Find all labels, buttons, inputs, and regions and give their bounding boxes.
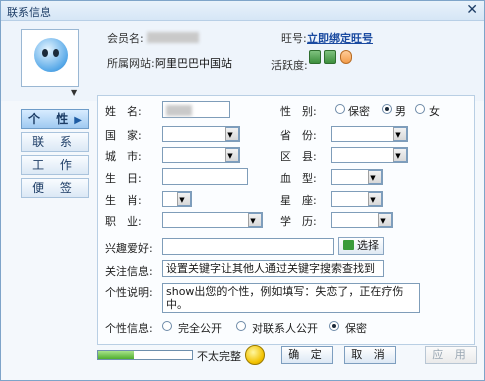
activity-label: 活跃度: xyxy=(271,59,308,72)
avatar-face-icon xyxy=(34,38,68,72)
chevron-down-icon: ▼ xyxy=(225,148,239,162)
privacy-option-contacts: 对联系人公开 xyxy=(252,322,318,335)
hobby-label: 兴趣爱好: xyxy=(105,242,153,255)
avatar[interactable]: ▼ xyxy=(21,29,79,97)
privacy-label: 个性信息: xyxy=(105,322,153,335)
chevron-down-icon: ▼ xyxy=(393,148,407,162)
contact-info-window: 联系信息 ✕ ▼ 会员名: 所属网站: 阿里巴巴中国站 旺号: 立即绑定旺号 活… xyxy=(0,0,485,381)
blood-select[interactable]: ▼ xyxy=(331,169,383,185)
member-name-blurred xyxy=(147,30,199,43)
site-value: 阿里巴巴中国站 xyxy=(155,57,232,70)
wangwang-label: 旺号: xyxy=(281,32,307,45)
desc-label: 个性说明: xyxy=(105,286,153,299)
chevron-down-icon: ▼ xyxy=(177,192,191,206)
chevron-down-icon: ▼ xyxy=(378,213,392,227)
apply-button[interactable]: 应 用 xyxy=(425,346,477,364)
privacy-option-public: 完全公开 xyxy=(178,322,222,335)
birthday-label: 生 日: xyxy=(105,172,142,185)
close-icon[interactable]: ✕ xyxy=(466,2,478,18)
tab-contact[interactable]: 联 系 xyxy=(21,132,89,152)
country-select[interactable]: ▼ xyxy=(162,126,240,142)
choose-hobby-button[interactable]: 选择 xyxy=(338,237,384,255)
district-select[interactable]: ▼ xyxy=(331,147,408,163)
gender-radio-secret[interactable] xyxy=(335,104,345,114)
constellation-label: 星 座: xyxy=(280,194,317,207)
job-label: 职 业: xyxy=(105,215,142,228)
job-select[interactable]: ▼ xyxy=(162,212,263,228)
list-icon xyxy=(343,240,354,250)
tab-list: 个 性▶ 联 系 工 作 便 签 xyxy=(21,109,91,201)
chevron-down-icon: ▼ xyxy=(368,170,382,184)
member-label: 会员名: xyxy=(107,32,144,45)
country-label: 国 家: xyxy=(105,129,142,142)
privacy-radio-public[interactable] xyxy=(162,321,172,331)
hobby-field[interactable] xyxy=(162,238,334,255)
birthday-field[interactable] xyxy=(162,168,248,185)
profile-completeness-bar xyxy=(97,350,193,360)
cancel-button[interactable]: 取 消 xyxy=(344,346,396,364)
desc-field[interactable]: show出您的个性，例如填写：失恋了，正在疗伤中。 xyxy=(162,283,420,313)
chevron-down-icon: ▼ xyxy=(248,213,262,227)
gender-label: 性 别: xyxy=(280,105,317,118)
name-label: 姓 名: xyxy=(105,105,142,118)
activity-badge-icon xyxy=(309,50,321,64)
gender-radio-male[interactable] xyxy=(382,104,392,114)
zodiac-label: 生 肖: xyxy=(105,194,142,207)
city-label: 城 市: xyxy=(105,150,142,163)
activity-badge-icon xyxy=(324,50,336,64)
profile-header: ▼ 会员名: 所属网站: 阿里巴巴中国站 旺号: 立即绑定旺号 活跃度: xyxy=(1,21,484,101)
education-select[interactable]: ▼ xyxy=(331,212,393,228)
tab-work[interactable]: 工 作 xyxy=(21,155,89,175)
activity-pig-icon xyxy=(340,50,352,64)
gender-option-male: 男 xyxy=(395,105,406,118)
privacy-radio-contacts[interactable] xyxy=(236,321,246,331)
chevron-down-icon: ▼ xyxy=(225,127,239,141)
personal-form: 姓 名: 性 别: 保密 男 女 国 家: ▼ 省 份: ▼ 城 市: ▼ 区 … xyxy=(97,95,475,345)
gender-radio-female[interactable] xyxy=(415,104,425,114)
focus-label: 关注信息: xyxy=(105,265,153,278)
privacy-option-secret: 保密 xyxy=(345,322,367,335)
progress-label: 不太完整 xyxy=(197,350,241,363)
chevron-down-icon: ▼ xyxy=(393,127,407,141)
window-title: 联系信息 xyxy=(7,6,51,19)
progress-fill xyxy=(98,351,134,359)
chevron-down-icon[interactable]: ▼ xyxy=(71,88,85,100)
gender-option-secret: 保密 xyxy=(348,105,370,118)
tab-personal[interactable]: 个 性▶ xyxy=(21,109,89,129)
zodiac-select[interactable]: ▼ xyxy=(162,191,192,207)
province-label: 省 份: xyxy=(280,129,317,142)
footer: 不太完整 确 定 取 消 应 用 xyxy=(1,345,484,381)
privacy-radio-secret[interactable] xyxy=(329,321,339,331)
bind-wangwang-link[interactable]: 立即绑定旺号 xyxy=(307,30,373,46)
tab-notes[interactable]: 便 签 xyxy=(21,178,89,198)
province-select[interactable]: ▼ xyxy=(331,126,408,142)
gender-option-female: 女 xyxy=(429,105,440,118)
ok-button[interactable]: 确 定 xyxy=(281,346,333,364)
blood-label: 血 型: xyxy=(280,172,317,185)
arrow-right-icon: ▶ xyxy=(74,115,82,126)
title-bar: 联系信息 ✕ xyxy=(1,1,484,21)
name-field[interactable] xyxy=(162,101,230,118)
district-label: 区 县: xyxy=(280,150,317,163)
education-label: 学 历: xyxy=(280,215,317,228)
focus-field[interactable]: 设置关键字让其他人通过关键字搜索查找到 xyxy=(162,260,384,277)
sweat-smiley-icon xyxy=(245,345,265,365)
city-select[interactable]: ▼ xyxy=(162,147,240,163)
site-label: 所属网站: xyxy=(107,57,155,70)
constellation-select[interactable]: ▼ xyxy=(331,191,383,207)
chevron-down-icon: ▼ xyxy=(368,192,382,206)
